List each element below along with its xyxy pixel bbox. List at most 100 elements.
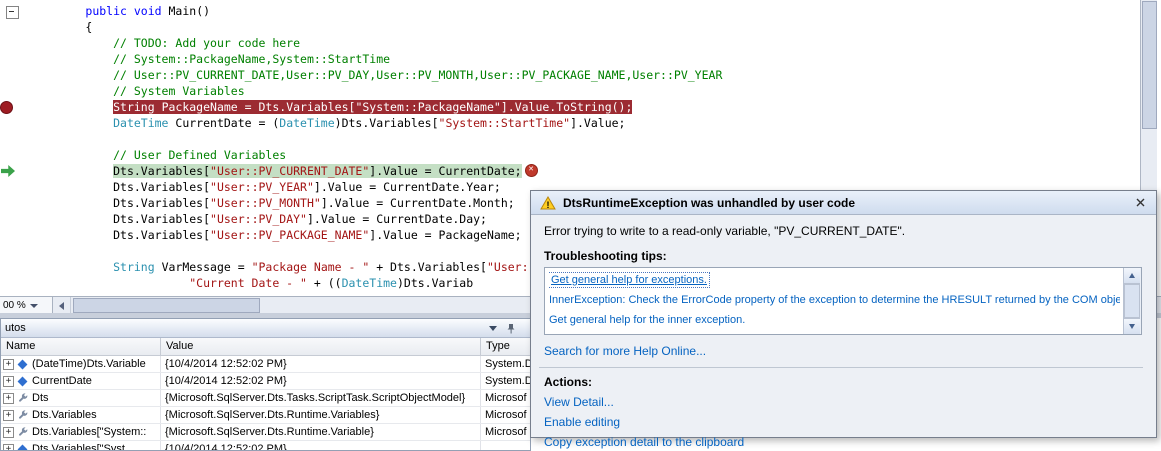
troubleshooting-tips-list: Get general help for exceptions. InnerEx…: [544, 267, 1142, 335]
autos-titlebar[interactable]: utos: [1, 319, 530, 338]
editor-gutter[interactable]: [0, 0, 30, 296]
autos-window: utos Name Value Type (DateTime)Dts.Varia…: [0, 318, 531, 451]
column-header-type[interactable]: Type: [481, 338, 530, 355]
variable-value: {10/4/2014 12:52:02 PM}: [161, 356, 481, 372]
variable-name: CurrentDate: [32, 375, 92, 387]
tip-item: Get general help for the inner exception…: [549, 310, 1120, 330]
property-icon: [17, 409, 29, 421]
code-fold-collapse-icon[interactable]: [6, 6, 19, 19]
autos-row[interactable]: Dts.Variables["Syst {10/4/2014 12:52:02 P…: [1, 441, 530, 451]
code-line: // User::PV_CURRENT_DATE,User::PV_DAY,Us…: [113, 68, 723, 82]
window-position-chevron-icon[interactable]: [489, 325, 497, 331]
search-help-online-link[interactable]: Search for more Help Online...: [544, 344, 706, 358]
scroll-up-button[interactable]: [1124, 268, 1140, 284]
code-line: // System Variables: [113, 84, 245, 98]
vertical-scroll-thumb[interactable]: [1142, 1, 1157, 129]
scroll-left-button[interactable]: [53, 297, 71, 314]
tip-link-inner-exception-info[interactable]: InnerException: Check the ErrorCode prop…: [549, 294, 1120, 306]
column-header-name[interactable]: Name: [1, 338, 161, 355]
autos-name-cell: Dts: [1, 390, 161, 406]
variable-type: Microsof: [485, 409, 527, 421]
tip-item: Get general help for exceptions.: [549, 270, 1120, 290]
field-icon: [17, 444, 28, 450]
autos-row[interactable]: Dts.Variables {Microsoft.SqlServer.Dts.Ru…: [1, 407, 530, 424]
property-icon: [17, 426, 29, 438]
zoom-control[interactable]: 00 %: [0, 297, 53, 314]
expand-toggle-icon[interactable]: [3, 426, 14, 438]
autos-row[interactable]: (DateTime)Dts.Variable {10/4/2014 12:52:0…: [1, 356, 530, 373]
code-line: // System::PackageName,System::StartTime: [113, 52, 391, 66]
exception-message: Error trying to write to a read-only var…: [544, 224, 906, 238]
arrow-down-icon: [1129, 324, 1135, 329]
code-line: // TODO: Add your code here: [113, 36, 301, 50]
tips-scrollbar[interactable]: [1123, 268, 1141, 334]
variable-type: System.D: [485, 375, 530, 387]
close-icon[interactable]: [1133, 196, 1147, 210]
copy-exception-detail-link[interactable]: Copy exception detail to the clipboard: [544, 435, 744, 449]
variable-type: System.D: [485, 358, 530, 370]
arrow-up-icon: [1129, 273, 1135, 278]
column-header-value[interactable]: Value: [161, 338, 481, 355]
autos-variable-list: (DateTime)Dts.Variable {10/4/2014 12:52:0…: [1, 356, 530, 451]
code-line: public void Main(): [85, 4, 211, 18]
popup-divider: [539, 367, 1143, 368]
arrow-left-icon: [59, 301, 64, 310]
exception-popup-titlebar: ! DtsRuntimeException was unhandled by u…: [531, 191, 1156, 215]
current-statement-arrow-icon: [1, 165, 15, 177]
tip-link-general-help[interactable]: Get general help for exceptions.: [549, 272, 710, 288]
warning-icon: !: [540, 195, 556, 210]
variable-value: {Microsoft.SqlServer.Dts.Runtime.Variabl…: [161, 424, 481, 440]
autos-row[interactable]: Dts {Microsoft.SqlServer.Dts.Tasks.Script…: [1, 390, 530, 407]
code-line: Dts.Variables["User::PV_CURRENT_DATE"].V…: [30, 163, 722, 179]
autos-row[interactable]: CurrentDate {10/4/2014 12:52:02 PM} System…: [1, 373, 530, 390]
code-line: String PackageName = Dts.Variables["Syst…: [113, 100, 633, 114]
tips-scroll-thumb[interactable]: [1124, 284, 1140, 318]
code-line: {: [85, 20, 93, 34]
exception-popup-body: Error trying to write to a read-only var…: [531, 215, 1156, 449]
actions-header: Actions:: [544, 375, 592, 389]
property-icon: [17, 392, 29, 404]
scroll-down-button[interactable]: [1124, 318, 1140, 334]
variable-value: {Microsoft.SqlServer.Dts.Runtime.Variabl…: [161, 407, 481, 423]
field-icon: [17, 376, 28, 386]
expand-toggle-icon[interactable]: [3, 392, 14, 404]
autos-row[interactable]: Dts.Variables["System::{Microsoft.SqlSer…: [1, 424, 530, 441]
breakpoint-icon[interactable]: [0, 101, 13, 114]
variable-value: {Microsoft.SqlServer.Dts.Tasks.ScriptTas…: [161, 390, 481, 406]
variable-name: Dts.Variables["System::: [32, 426, 147, 438]
expand-toggle-icon[interactable]: [3, 375, 14, 387]
autos-name-cell: Dts.Variables["Syst: [1, 441, 161, 451]
variable-name: Dts: [32, 392, 49, 404]
expand-toggle-icon[interactable]: [3, 409, 14, 421]
autos-name-cell: Dts.Variables: [1, 407, 161, 423]
expand-toggle-icon[interactable]: [3, 443, 14, 450]
view-detail-link[interactable]: View Detail...: [544, 395, 614, 409]
chevron-down-icon: [29, 303, 38, 308]
vs-debugger-view: public void Main() { // TODO: Add your c…: [0, 0, 1161, 451]
variable-name: Dts.Variables: [32, 409, 97, 421]
field-icon: [17, 359, 28, 369]
exception-popup-title: DtsRuntimeException was unhandled by use…: [563, 195, 856, 210]
zoom-level-label: 00 %: [3, 300, 26, 311]
exception-assistant-popup: ! DtsRuntimeException was unhandled by u…: [530, 190, 1157, 449]
variable-type: Microsof: [485, 426, 527, 438]
horizontal-scroll-thumb[interactable]: [73, 298, 260, 313]
tip-link-inner-exception-help[interactable]: Get general help for the inner exception…: [549, 314, 745, 326]
autos-titlebar-icons: [489, 323, 516, 334]
variable-value: {10/4/2014 12:52:02 PM}: [161, 441, 481, 450]
variable-type: [481, 441, 530, 450]
pin-icon[interactable]: [506, 323, 516, 334]
autos-name-cell: (DateTime)Dts.Variable: [1, 356, 161, 372]
code-line: DateTime CurrentDate = (DateTime)Dts.Var…: [113, 116, 626, 130]
autos-name-cell: Dts.Variables["System::: [1, 424, 161, 440]
enable-editing-link[interactable]: Enable editing: [544, 415, 620, 429]
expand-toggle-icon[interactable]: [3, 358, 14, 370]
code-line: // User Defined Variables: [113, 148, 287, 162]
variable-name: Dts.Variables["Syst: [32, 443, 125, 451]
variable-name: (DateTime)Dts.Variable: [32, 358, 146, 370]
variable-value: {10/4/2014 12:52:02 PM}: [161, 373, 481, 389]
autos-title-label: utos: [5, 322, 26, 334]
svg-text:!: !: [547, 200, 550, 210]
variable-type: Microsof: [485, 392, 527, 404]
